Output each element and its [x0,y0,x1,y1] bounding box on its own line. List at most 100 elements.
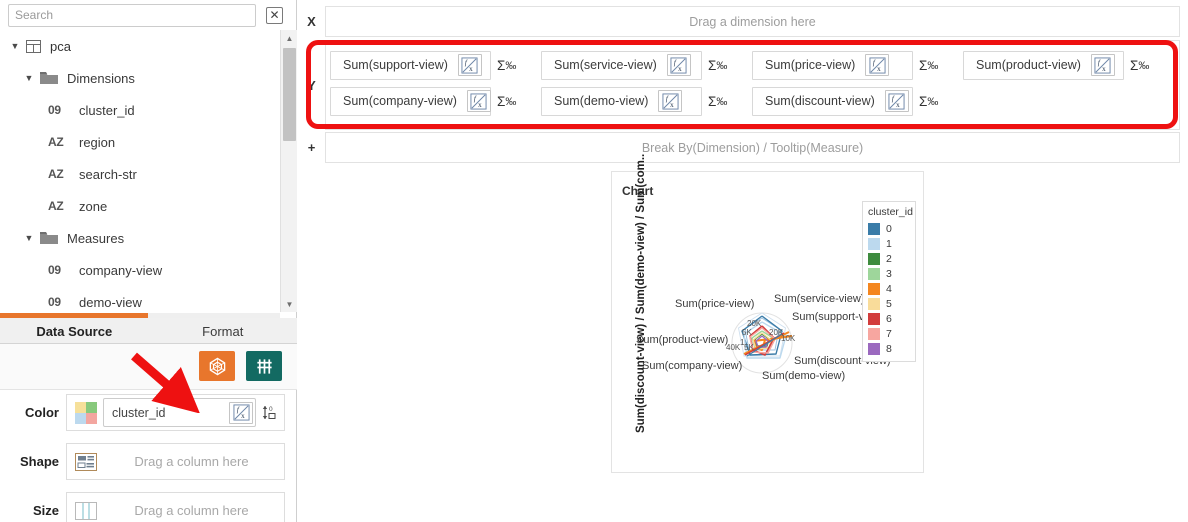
encoding-dropzone-shape[interactable]: Drag a column here [66,443,285,480]
size-swatch [75,500,97,522]
measure-pill[interactable]: Sum(price-view) f x [752,50,913,80]
chart-panel[interactable]: Chart Sum(discount-view) / Sum(demo-view… [611,154,924,473]
pill-group[interactable]: Sum(service-view) f x Σ ‰ [541,49,752,81]
encoding-dropzone-color[interactable]: cluster_id f x 0 [66,394,285,431]
tree-group-measures[interactable]: ▼ Measures [0,222,280,254]
measure-pill[interactable]: Sum(service-view) f x [541,50,702,80]
aggregation-icon[interactable]: Σ ‰ [702,51,736,80]
chevron-down-icon[interactable]: ▼ [22,231,36,245]
measure-pill[interactable]: Sum(product-view) f x [963,50,1124,80]
aggregation-icon[interactable]: Σ ‰ [491,87,525,116]
tree-field-cluster_id[interactable]: 09 cluster_id [0,94,280,126]
encoding-dropzone-size[interactable]: Drag a column here [66,492,285,522]
legend-label: 6 [886,312,892,325]
shelf-y: Y Sum(support-view) f x Σ ‰ Sum(service-… [298,40,1188,130]
tick-label: 20K [747,319,762,328]
fx-icon[interactable]: f x [457,54,482,76]
measure-pill[interactable]: Sum(demo-view) f x [541,86,702,116]
tree-group-label: Measures [67,230,125,246]
tree-field-region[interactable]: AZ region [0,126,280,158]
tree-field-company-view[interactable]: 09 company-view [0,254,280,286]
tick-label: 5K [742,328,752,337]
tree-field-search-str[interactable]: AZ search-str [0,158,280,190]
aggregation-icon[interactable]: Σ ‰ [491,51,525,80]
pill-group[interactable]: Sum(company-view) f x Σ ‰ [330,85,541,117]
field-tree: ▼ pca ▼ Dimensions 09 cluster_id AZ regi… [0,30,280,312]
encoding-placeholder-shape: Drag a column here [134,454,249,469]
encoding-field-color[interactable]: cluster_id f x [103,398,256,427]
tree-node-pca[interactable]: ▼ pca [0,30,280,62]
legend-label: 8 [886,342,892,355]
pill-group[interactable]: Sum(product-view) f x Σ ‰ [963,49,1174,81]
pill-group[interactable]: Sum(demo-view) f x Σ ‰ [541,85,752,117]
measure-pill[interactable]: Sum(support-view) f x [330,50,491,80]
scroll-down-icon[interactable]: ▼ [281,296,298,312]
parallel-coordinates-icon[interactable] [246,351,282,381]
sort-icon[interactable]: 0 [260,402,280,424]
aggregation-icon[interactable]: Σ ‰ [702,87,736,116]
axis-label: Sum(service-view) [774,293,864,305]
folder-icon [40,231,58,245]
pill-label: Sum(company-view) [343,94,457,108]
legend-item[interactable]: 2 [868,251,911,266]
scrollbar-thumb[interactable] [283,48,296,141]
number-type-icon: 09 [48,295,61,309]
svg-text:0: 0 [269,406,273,413]
encoding-label-size: Size [32,503,59,518]
chevron-down-icon[interactable]: ▼ [22,71,36,85]
tree-field-label: demo-view [79,294,142,310]
tab-data-source[interactable]: Data Source [0,318,149,344]
measure-pill[interactable]: Sum(discount-view) f x [752,86,913,116]
legend-item[interactable]: 7 [868,326,911,341]
search-input[interactable] [8,3,256,27]
text-type-icon: AZ [48,167,64,181]
close-icon[interactable]: ✕ [266,6,283,24]
chevron-down-icon[interactable]: ▼ [8,39,22,53]
encoding-row-color: Color cluster_id f x 0 [0,390,297,435]
visualization-workspace: X Drag a dimension here Y Sum(support-vi… [298,0,1188,522]
shelf-key-x: X [307,14,316,29]
tree-group-label: Dimensions [67,70,135,86]
fx-icon[interactable]: f x [1090,54,1115,76]
number-type-icon: 09 [48,103,61,117]
shelf-dropzone-x[interactable]: Drag a dimension here [325,6,1180,37]
shelf-dropzone-plus[interactable]: Break By(Dimension) / Tooltip(Measure) [325,132,1180,163]
radar-chart-icon[interactable] [199,351,235,381]
tree-field-demo-view[interactable]: 09 demo-view [0,286,280,312]
pill-label: Sum(product-view) [976,58,1081,72]
fx-icon[interactable]: f x [466,90,491,112]
tree-field-label: zone [79,198,108,214]
scroll-up-icon[interactable]: ▲ [281,30,298,46]
legend-swatch [868,327,880,340]
legend-swatch [868,267,880,280]
legend-item[interactable]: 3 [868,266,911,281]
tree-scrollbar[interactable]: ▲ ▼ [280,30,297,312]
legend-item[interactable]: 0 [868,221,911,236]
aggregation-icon[interactable]: Σ ‰ [1124,51,1158,80]
tree-field-zone[interactable]: AZ zone [0,190,280,222]
legend-item[interactable]: 6 [868,311,911,326]
folder-icon [40,71,58,85]
aggregation-icon[interactable]: Σ ‰ [913,87,947,116]
color-palette-swatch [75,401,97,424]
fx-icon[interactable]: f x [658,90,683,112]
legend-item[interactable]: 1 [868,236,911,251]
legend-item[interactable]: 8 [868,341,911,356]
legend-item[interactable]: 4 [868,281,911,296]
measure-pill[interactable]: Sum(company-view) f x [330,86,491,116]
pill-group[interactable]: Sum(discount-view) f x Σ ‰ [752,85,963,117]
aggregation-icon[interactable]: Σ ‰ [913,51,947,80]
svg-text:f: f [892,94,895,103]
pill-group[interactable]: Sum(price-view) f x Σ ‰ [752,49,963,81]
tab-format[interactable]: Format [149,318,298,344]
fx-icon[interactable]: f x [884,90,909,112]
shelf-dropzone-y[interactable]: Sum(support-view) f x Σ ‰ Sum(service-vi… [325,40,1180,130]
chart-legend[interactable]: cluster_id 0 1 2 3 4 5 6 7 8 [862,201,916,362]
fx-icon[interactable]: f x [865,54,890,76]
fx-icon[interactable]: f x [666,54,691,76]
pill-group[interactable]: Sum(support-view) f x Σ ‰ [330,49,541,81]
tick-label: 5K [744,343,754,352]
fx-icon[interactable]: f x [229,401,253,424]
legend-item[interactable]: 5 [868,296,911,311]
tree-group-dimensions[interactable]: ▼ Dimensions [0,62,280,94]
